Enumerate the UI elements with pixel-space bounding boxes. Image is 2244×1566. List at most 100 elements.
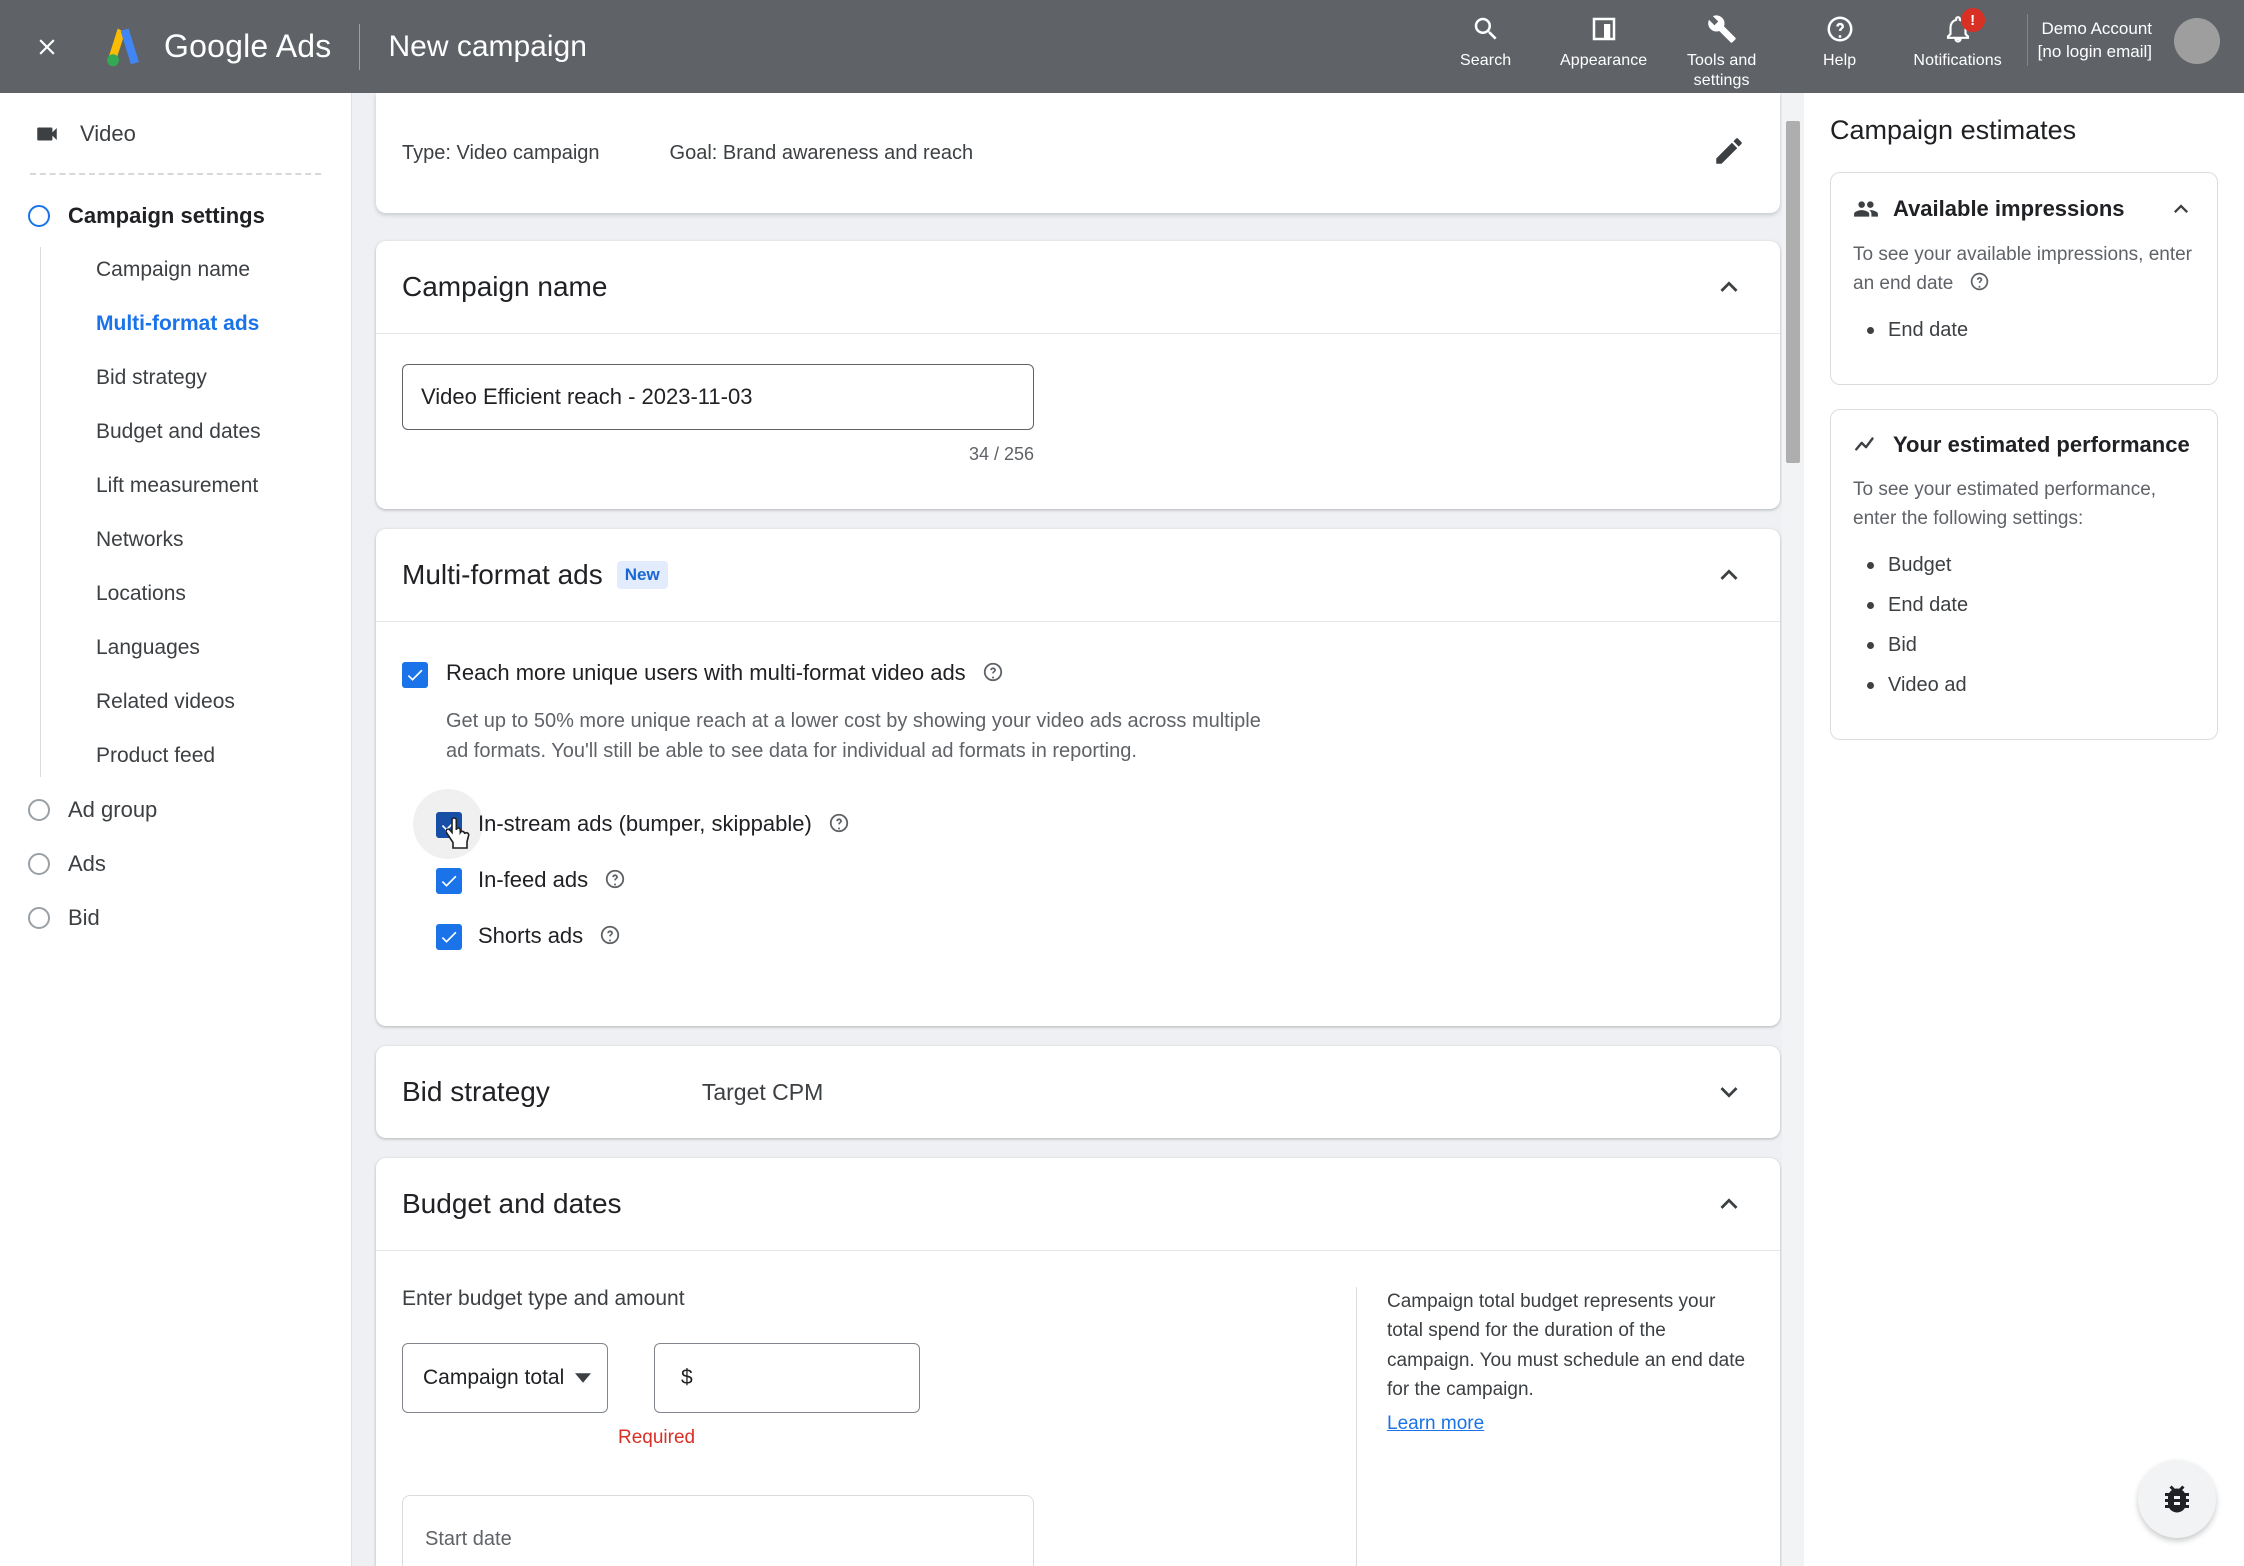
multi-format-title: Multi-format ads [402,559,603,590]
campaign-type-text: Type: Video campaign [402,141,600,164]
brand-logo-group[interactable]: Google Ads [100,24,331,70]
estimated-performance-title: Your estimated performance [1893,432,2190,457]
sidebar-step-bid[interactable]: Bid [0,891,351,945]
account-email: [no login email] [2037,41,2152,61]
topbar-appearance-label: Appearance [1560,52,1648,69]
sidebar-item-networks[interactable]: Networks [68,513,351,567]
format-row-shorts-ads[interactable]: Shorts ads [436,914,1746,958]
sidebar-item-bid-strategy[interactable]: Bid strategy [68,351,351,405]
bid-strategy-title: Bid strategy [402,1076,550,1107]
appearance-icon [1589,12,1619,46]
sidebar-item-lift-measurement[interactable]: Lift measurement [68,459,351,513]
format-row-in-feed-ads[interactable]: In-feed ads [436,858,1746,902]
sidebar-step-label: Ads [68,851,106,876]
page-title: New campaign [388,29,587,63]
wrench-icon [1707,12,1737,46]
topbar-search-button[interactable]: Search [1427,10,1545,71]
budget-and-dates-card: Budget and dates Enter budget type and a… [376,1158,1780,1566]
topbar-notifications-button[interactable]: ! Notifications [1899,8,2017,71]
new-badge: New [616,561,668,589]
sidebar-step-ad-group[interactable]: Ad group [0,783,351,837]
topbar-appearance-button[interactable]: Appearance [1545,10,1663,71]
campaign-name-input[interactable] [402,364,1034,430]
budget-type-select[interactable]: Campaign total [402,1343,608,1413]
learn-more-link[interactable]: Learn more [1387,1409,1484,1438]
start-date-label: Start date [425,1528,512,1550]
account-info[interactable]: Demo Account [no login email] [2038,10,2152,64]
budget-type-value: Campaign total [423,1366,565,1389]
send-feedback-button[interactable] [2138,1460,2216,1538]
multi-format-main-checkbox[interactable] [402,662,428,688]
sidebar-divider [30,173,321,175]
list-item: End date [1867,593,2195,617]
budget-collapse-button[interactable] [1712,1187,1746,1221]
budget-amount-input[interactable]: $ [654,1343,920,1413]
main-scrollbar-thumb[interactable] [1786,121,1800,463]
checkmark-icon [407,669,423,681]
shorts-ads-label: Shorts ads [478,923,621,949]
campaign-summary-card: Type: Video campaign Goal: Brand awarene… [376,93,1780,213]
available-impressions-text: To see your available impressions, enter… [1853,244,2193,294]
page-body: Video Campaign settings Campaign name Mu… [0,93,2244,1566]
chevron-down-icon [1720,1087,1738,1098]
sidebar-item-related-videos[interactable]: Related videos [68,675,351,729]
sidebar-item-languages[interactable]: Languages [68,621,351,675]
available-impressions-collapse-button[interactable] [2167,195,2195,223]
sidebar-step-label: Campaign settings [68,203,265,228]
topbar-help-button[interactable]: Help [1781,10,1899,71]
estimated-performance-required-list: Budget End date Bid Video ad [1867,553,2195,697]
bullet-icon [1867,602,1874,609]
sidebar-step-label: Bid [68,905,100,930]
notification-badge: ! [1960,8,1985,32]
sidebar-item-campaign-name[interactable]: Campaign name [68,243,351,297]
campaign-name-collapse-button[interactable] [1712,270,1746,304]
help-circle-icon[interactable] [599,924,621,946]
in-feed-ads-checkbox[interactable] [436,868,462,894]
sidebar-step-campaign-settings[interactable]: Campaign settings [0,189,351,243]
bid-strategy-expand-button[interactable] [1712,1075,1746,1109]
currency-symbol: $ [681,1366,693,1389]
format-row-in-stream-ads[interactable]: In-stream ads (bumper, skippable) [413,789,1746,859]
topbar-notifications-label: Notifications [1913,52,2002,69]
chevron-up-icon [1720,569,1738,580]
brand-name: Google Ads [164,28,332,64]
multi-format-main-checkbox-row[interactable]: Reach more unique users with multi-forma… [402,660,1746,688]
shorts-ads-checkbox[interactable] [436,924,462,950]
sidebar-item-multi-format-ads[interactable]: Multi-format ads [68,297,351,351]
sidebar-step-label: Ad group [68,797,158,822]
step-radio-icon [28,205,50,227]
edit-campaign-button[interactable] [1712,134,1746,173]
close-button[interactable] [24,24,70,70]
multi-format-collapse-button[interactable] [1712,558,1746,592]
budget-info-paragraph: Campaign total budget represents your to… [1387,1291,1746,1401]
topbar-help-label: Help [1823,52,1857,69]
help-circle-icon[interactable] [1969,271,1990,292]
bid-strategy-card[interactable]: Bid strategy Target CPM [376,1046,1780,1138]
help-circle-icon[interactable] [828,812,850,834]
list-item: Bid [1867,633,2195,657]
close-icon [39,38,55,55]
chevron-up-icon [1720,1198,1738,1209]
bid-strategy-value: Target CPM [701,1078,824,1105]
step-radio-icon [28,799,50,821]
sidebar-campaign-type: Video [0,109,351,159]
topbar-search-label: Search [1460,52,1512,69]
sidebar-item-product-feed[interactable]: Product feed [68,729,351,783]
main-scrollbar-track[interactable] [1782,93,1804,1566]
in-stream-ads-label: In-stream ads (bumper, skippable) [478,811,850,837]
help-circle-icon[interactable] [604,868,626,890]
title-divider [359,23,361,70]
sidebar-step-ads[interactable]: Ads [0,837,351,891]
sidebar-item-budget-and-dates[interactable]: Budget and dates [68,405,351,459]
google-ads-logo-icon [107,28,139,66]
avatar[interactable] [2174,18,2220,64]
topbar-tools-button[interactable]: Tools and settings [1663,10,1781,90]
campaign-name-title: Campaign name [402,271,608,302]
help-circle-icon[interactable] [982,661,1004,683]
list-item: Budget [1867,553,2195,577]
chevron-up-icon [1720,281,1738,292]
multi-format-format-list: In-stream ads (bumper, skippable) In-fee… [413,789,1746,958]
sidebar-substeps: Campaign name Multi-format ads Bid strat… [40,243,351,783]
sidebar-item-locations[interactable]: Locations [68,567,351,621]
account-divider [2026,14,2028,66]
